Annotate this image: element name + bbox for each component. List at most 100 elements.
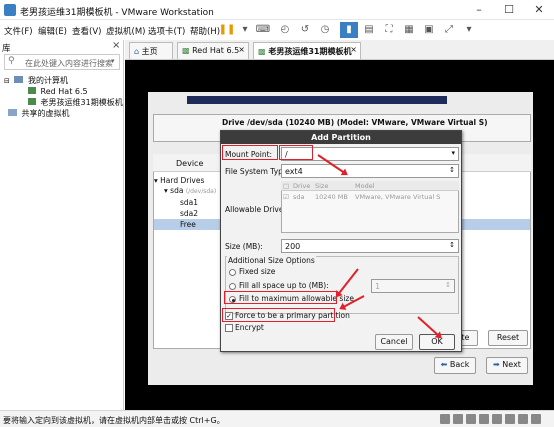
- encrypt-checkbox[interactable]: [225, 324, 233, 332]
- combo-arrow-icon[interactable]: ▾: [451, 149, 455, 157]
- tab-bar: ⌂ 主页 ▩ Red Hat 6.5 × ▩ 老男孩运维31期模板机 ×: [125, 40, 554, 60]
- fill-upto-value: 1: [375, 282, 381, 291]
- sda-hint: (/dev/sda): [185, 188, 217, 195]
- network-icon[interactable]: [466, 414, 476, 424]
- next-button[interactable]: ➡ Next: [486, 357, 528, 374]
- menu-file[interactable]: 文件(F): [4, 25, 33, 37]
- spin-arrows-icon[interactable]: ↕: [445, 281, 451, 289]
- library-panel: 库 × ⚲ 在此处键入内容进行搜索 ▾ ⊟ 我的计算机 Red Hat 6.5 …: [0, 40, 124, 410]
- size-spinbox[interactable]: 200 ↕: [281, 239, 459, 253]
- cancel-button[interactable]: Cancel: [375, 334, 413, 350]
- display-icon[interactable]: [518, 414, 528, 424]
- fullscreen-icon[interactable]: ⛶: [380, 22, 398, 38]
- back-button[interactable]: ⬅ Back: [434, 357, 476, 374]
- menu-edit[interactable]: 编辑(E): [38, 25, 67, 37]
- add-partition-dialog: Add Partition Mount Point: / ▾ File Syst…: [220, 130, 462, 352]
- sda2-row[interactable]: sda2: [180, 209, 198, 218]
- dropdown-arrow-icon[interactable]: ▾: [460, 22, 478, 38]
- thumbnail-icon[interactable]: ▤: [360, 22, 378, 38]
- menu-vm[interactable]: 虚拟机(M): [106, 25, 145, 37]
- sda1-row[interactable]: sda1: [180, 198, 198, 207]
- tab-home-label: 主页: [141, 47, 158, 56]
- sda-label: sda: [170, 186, 184, 195]
- sda-row[interactable]: ▾ sda (/dev/sda): [164, 186, 216, 195]
- collapse-icon[interactable]: ⊟: [4, 77, 10, 85]
- tree-item-vm-redhat[interactable]: Red Hat 6.5: [28, 87, 88, 96]
- hard-drives-row[interactable]: ▾ Hard Drives: [154, 176, 204, 185]
- status-text: 要将输入定向到该虚拟机，请在虚拟机内部单击或按 Ctrl+G。: [3, 416, 225, 425]
- minimize-icon[interactable]: –: [464, 0, 494, 20]
- send-keys-icon[interactable]: ⌨: [254, 22, 272, 38]
- window-title: 老男孩运维31期模板机 - VMware Workstation: [20, 8, 214, 18]
- search-dropdown-icon[interactable]: ▾: [111, 57, 115, 65]
- drive-row-drive: sda: [293, 193, 305, 201]
- select-arrow-icon[interactable]: ↕: [449, 166, 455, 174]
- vm-running-icon: [28, 98, 36, 105]
- computer-icon: [14, 76, 24, 83]
- tree-label-shared: 共享的虚拟机: [21, 109, 70, 118]
- revert-snapshot-icon[interactable]: ↺: [296, 22, 314, 38]
- size-label: Size (MB):: [225, 242, 263, 251]
- status-bar: 要将输入定向到该虚拟机，请在虚拟机内部单击或按 Ctrl+G。: [0, 410, 554, 427]
- radio-fill-upto[interactable]: [229, 283, 236, 290]
- tree-item-vm-template[interactable]: 老男孩运维31期模板机: [28, 97, 123, 108]
- message-icon[interactable]: [531, 414, 541, 424]
- sound-icon[interactable]: [492, 414, 502, 424]
- fs-type-select[interactable]: ext4 ↕: [281, 164, 459, 178]
- printer-icon[interactable]: [505, 414, 515, 424]
- tab-template[interactable]: ▩ 老男孩运维31期模板机 ×: [253, 42, 361, 59]
- drive-col-drive: Drive: [293, 182, 311, 190]
- menu-tabs[interactable]: 选项卡(T): [148, 25, 185, 37]
- radio-fixed-size[interactable]: [229, 269, 236, 276]
- tab-close-icon[interactable]: ×: [238, 45, 245, 54]
- close-icon[interactable]: ✕: [524, 0, 554, 20]
- vmware-app-icon: [4, 4, 16, 16]
- free-label: Free: [180, 220, 196, 229]
- back-arrow-icon: ⬅: [440, 360, 448, 369]
- dialog-title: Add Partition: [221, 131, 461, 144]
- library-header: 库: [2, 44, 11, 54]
- tab-close-icon[interactable]: ×: [350, 45, 357, 54]
- fixed-size-label: Fixed size: [239, 267, 276, 276]
- snapshot-manager-icon[interactable]: ◷: [316, 22, 334, 38]
- library-search-input[interactable]: ⚲ 在此处键入内容进行搜索 ▾: [4, 54, 120, 70]
- dropdown-arrow-icon[interactable]: ▾: [236, 22, 254, 38]
- drive-row-check[interactable]: ☑: [283, 193, 289, 201]
- menu-help[interactable]: 帮助(H): [190, 25, 220, 37]
- tree-item-my-computer[interactable]: ⊟ 我的计算机: [4, 75, 68, 86]
- library-close-icon[interactable]: ×: [112, 40, 120, 51]
- vm-icon: ▩: [258, 47, 266, 56]
- tree-item-shared[interactable]: 共享的虚拟机: [8, 108, 70, 119]
- snapshot-icon[interactable]: ◴: [276, 22, 294, 38]
- force-primary-highlight: [222, 308, 335, 322]
- spin-arrows-icon[interactable]: ↕: [449, 241, 455, 249]
- vm-icon: ▩: [182, 46, 190, 55]
- home-icon: ⌂: [134, 47, 140, 56]
- drives-table-row[interactable]: ☑ sda 10240 MB VMware, VMware Virtual S: [281, 192, 459, 202]
- size-options-label: Additional Size Options: [227, 256, 316, 265]
- stretch-icon[interactable]: ⤢: [440, 22, 458, 38]
- tab-template-label: 老男孩运维31期模板机: [268, 47, 352, 56]
- tab-home[interactable]: ⌂ 主页: [129, 42, 173, 59]
- hdd-icon[interactable]: [440, 414, 450, 424]
- pause-icon[interactable]: ❚❚: [218, 22, 236, 38]
- tree-label-my-computer: 我的计算机: [27, 76, 68, 85]
- installer-banner: [187, 96, 447, 104]
- menu-view[interactable]: 查看(V): [72, 25, 101, 37]
- drive-col-model: Model: [355, 182, 375, 190]
- title-bar: 老男孩运维31期模板机 - VMware Workstation – ☐ ✕: [0, 0, 554, 20]
- console-view-icon[interactable]: ▣: [420, 22, 438, 38]
- fill-upto-spinbox[interactable]: 1 ↕: [371, 279, 455, 293]
- drive-col-check: □: [283, 182, 290, 190]
- library-view-icon[interactable]: ▮: [340, 22, 358, 38]
- cdrom-icon[interactable]: [453, 414, 463, 424]
- tab-redhat-label: Red Hat 6.5: [192, 46, 240, 55]
- reset-button[interactable]: Reset: [488, 330, 528, 346]
- drive-col-size: Size: [315, 182, 329, 190]
- unity-icon[interactable]: ▦: [400, 22, 418, 38]
- tab-redhat[interactable]: ▩ Red Hat 6.5 ×: [177, 42, 249, 59]
- maximize-icon[interactable]: ☐: [494, 0, 524, 20]
- usb-icon[interactable]: [479, 414, 489, 424]
- drive-row-size: 10240 MB: [315, 193, 348, 201]
- shared-vm-icon: [8, 109, 17, 116]
